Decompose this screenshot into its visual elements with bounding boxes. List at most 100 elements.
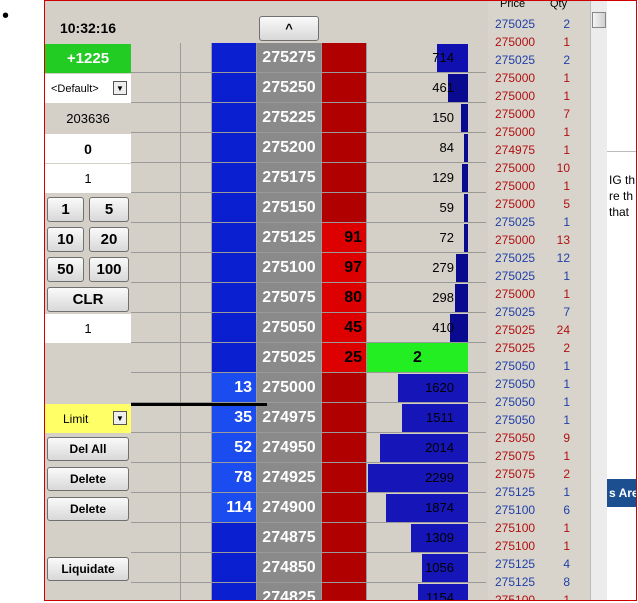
delete-button[interactable]: Delete [47, 467, 129, 491]
ask-cell[interactable] [322, 373, 367, 403]
delete-all-button[interactable]: Del All [47, 437, 129, 461]
bid-cell[interactable] [212, 553, 257, 583]
bid-cell[interactable] [212, 523, 257, 553]
qty-1-button[interactable]: 1 [47, 197, 84, 222]
qty-20-button[interactable]: 20 [89, 227, 129, 252]
bid-cell[interactable] [212, 163, 257, 193]
ask-cell[interactable]: 97 [322, 253, 367, 283]
volume-cell: 2 [367, 343, 468, 373]
order-cell[interactable] [131, 403, 181, 433]
order-cell[interactable] [131, 313, 181, 343]
order-cell[interactable] [131, 553, 181, 583]
ladder-row: 52 274950 2014 [131, 433, 486, 463]
order-cell[interactable] [131, 493, 181, 523]
ask-cell[interactable] [322, 523, 367, 553]
ask-cell[interactable]: 80 [322, 283, 367, 313]
order-cell-secondary[interactable] [181, 133, 212, 163]
order-cell-secondary[interactable] [181, 253, 212, 283]
chevron-down-icon[interactable]: ▼ [113, 411, 127, 425]
quantity-field[interactable]: 1 [45, 314, 131, 343]
volume-value: 2014 [425, 440, 454, 455]
order-cell-secondary[interactable] [181, 373, 212, 403]
order-cell[interactable] [131, 373, 181, 403]
bid-cell[interactable] [212, 283, 257, 313]
delete-button-2[interactable]: Delete [47, 497, 129, 521]
ask-cell[interactable]: 45 [322, 313, 367, 343]
ask-cell[interactable]: 25 [322, 343, 367, 373]
order-cell[interactable] [131, 583, 181, 600]
bid-cell[interactable] [212, 133, 257, 163]
chevron-down-icon[interactable]: ▼ [113, 81, 127, 95]
order-cell[interactable] [131, 343, 181, 373]
order-cell-secondary[interactable] [181, 103, 212, 133]
bid-cell[interactable] [212, 343, 257, 373]
tns-scrollbar[interactable] [590, 1, 608, 600]
ask-cell[interactable] [322, 133, 367, 163]
order-cell-secondary[interactable] [181, 583, 212, 600]
order-cell-secondary[interactable] [181, 313, 212, 343]
order-cell-secondary[interactable] [181, 193, 212, 223]
order-cell-secondary[interactable] [181, 403, 212, 433]
ask-cell[interactable] [322, 463, 367, 493]
bid-cell[interactable]: 13 [212, 373, 257, 403]
ask-cell[interactable] [322, 403, 367, 433]
liquidate-button[interactable]: Liquidate [47, 557, 129, 581]
offset-field[interactable]: 1 [45, 164, 131, 193]
ask-cell[interactable] [322, 43, 367, 73]
bid-cell[interactable]: 35 [212, 403, 257, 433]
ask-cell[interactable] [322, 103, 367, 133]
ask-cell[interactable] [322, 493, 367, 523]
bid-cell[interactable] [212, 253, 257, 283]
ask-cell[interactable] [322, 193, 367, 223]
ask-cell[interactable] [322, 583, 367, 600]
order-cell-secondary[interactable] [181, 343, 212, 373]
bid-cell[interactable] [212, 193, 257, 223]
order-cell-secondary[interactable] [181, 493, 212, 523]
bid-cell[interactable] [212, 43, 257, 73]
account-select[interactable]: <Default> ▼ [45, 74, 131, 103]
order-cell-secondary[interactable] [181, 283, 212, 313]
bid-cell[interactable]: 52 [212, 433, 257, 463]
order-cell[interactable] [131, 283, 181, 313]
order-cell[interactable] [131, 103, 181, 133]
bid-cell[interactable] [212, 313, 257, 343]
clear-button[interactable]: CLR [47, 287, 129, 312]
order-cell[interactable] [131, 133, 181, 163]
order-cell[interactable] [131, 463, 181, 493]
ask-cell[interactable]: 91 [322, 223, 367, 253]
qty-50-button[interactable]: 50 [47, 257, 84, 282]
order-cell[interactable] [131, 193, 181, 223]
order-cell[interactable] [131, 163, 181, 193]
order-cell[interactable] [131, 43, 181, 73]
bid-cell[interactable]: 78 [212, 463, 257, 493]
bid-cell[interactable] [212, 223, 257, 253]
ask-cell[interactable] [322, 163, 367, 193]
qty-10-button[interactable]: 10 [47, 227, 84, 252]
order-cell-secondary[interactable] [181, 463, 212, 493]
qty-5-button[interactable]: 5 [89, 197, 129, 222]
ask-cell[interactable] [322, 433, 367, 463]
ask-cell[interactable] [322, 73, 367, 103]
bid-cell[interactable] [212, 583, 257, 600]
bid-cell[interactable] [212, 73, 257, 103]
order-cell[interactable] [131, 223, 181, 253]
price-field[interactable]: 0 [45, 134, 131, 163]
scroll-up-button[interactable]: ^ [259, 16, 319, 41]
order-cell-secondary[interactable] [181, 523, 212, 553]
order-cell[interactable] [131, 73, 181, 103]
ask-cell[interactable] [322, 553, 367, 583]
order-cell[interactable] [131, 523, 181, 553]
qty-100-button[interactable]: 100 [89, 257, 129, 282]
order-cell-secondary[interactable] [181, 163, 212, 193]
order-cell-secondary[interactable] [181, 73, 212, 103]
order-cell[interactable] [131, 253, 181, 283]
bid-cell[interactable]: 114 [212, 493, 257, 523]
scrollbar-thumb[interactable] [592, 12, 606, 28]
order-cell-secondary[interactable] [181, 433, 212, 463]
order-type-select[interactable]: Limit ▼ [45, 404, 131, 433]
order-cell-secondary[interactable] [181, 223, 212, 253]
order-cell-secondary[interactable] [181, 43, 212, 73]
order-cell-secondary[interactable] [181, 553, 212, 583]
order-cell[interactable] [131, 433, 181, 463]
bid-cell[interactable] [212, 103, 257, 133]
